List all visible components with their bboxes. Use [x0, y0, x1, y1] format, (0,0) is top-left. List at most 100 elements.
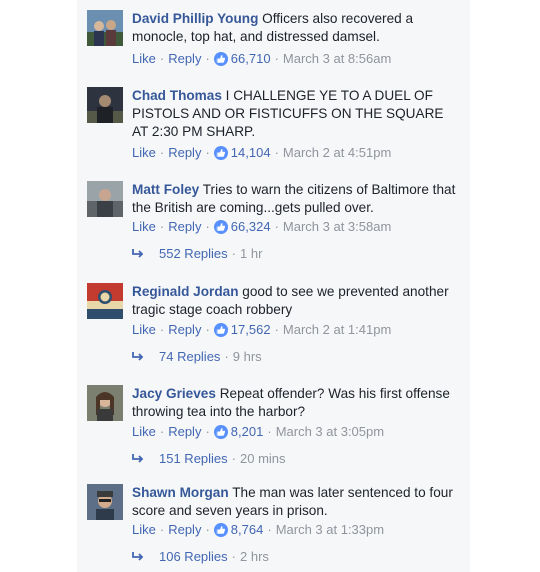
like-link[interactable]: Like [132, 218, 156, 236]
view-replies[interactable]: 552 Replies · 1 hr [132, 245, 262, 263]
like-link[interactable]: Like [132, 144, 156, 162]
like-count[interactable]: 17,562 [231, 321, 271, 339]
separator: · [205, 424, 210, 439]
separator: · [205, 51, 210, 66]
separator: · [274, 322, 279, 337]
comments-panel: David Phillip Young Officers also recove… [77, 0, 470, 572]
separator: · [159, 522, 165, 537]
comment-body: Chad Thomas I CHALLENGE YE TO A DUEL OF … [132, 87, 457, 141]
comment-body: Shawn Morgan The man was later sentenced… [132, 484, 457, 520]
thumbs-up-icon [213, 220, 228, 234]
separator: · [205, 522, 210, 537]
separator: · [231, 246, 236, 261]
commenter-name[interactable]: Chad Thomas [132, 88, 222, 103]
thumbs-up-icon [213, 523, 228, 537]
reply-arrow-icon [132, 352, 144, 361]
comment-actions: Like · Reply · 66,324 · March 3 at 3:58a… [132, 218, 391, 236]
replies-count-link[interactable]: 106 Replies [159, 548, 228, 566]
separator: · [231, 451, 236, 466]
reply-link[interactable]: Reply [168, 321, 201, 339]
like-link[interactable]: Like [132, 423, 156, 441]
replies-count-link[interactable]: 74 Replies [159, 348, 220, 366]
reply-link[interactable]: Reply [168, 50, 201, 68]
avatar[interactable] [87, 283, 123, 319]
timestamp[interactable]: March 3 at 1:33pm [276, 521, 384, 539]
commenter-name[interactable]: Jacy Grieves [132, 386, 216, 401]
separator: · [231, 549, 236, 564]
like-count[interactable]: 8,201 [231, 423, 264, 441]
separator: · [159, 145, 165, 160]
avatar[interactable] [87, 181, 123, 217]
separator: · [205, 219, 210, 234]
timestamp[interactable]: March 3 at 8:56am [283, 50, 391, 68]
replies-count-link[interactable]: 552 Replies [159, 245, 228, 263]
commenter-name[interactable]: Matt Foley [132, 182, 199, 197]
reply-link[interactable]: Reply [168, 144, 201, 162]
comment: David Phillip Young Officers also recove… [77, 0, 470, 77]
avatar[interactable] [87, 385, 123, 421]
comment-actions: Like · Reply · 8,201 · March 3 at 3:05pm [132, 423, 384, 441]
reply-link[interactable]: Reply [168, 521, 201, 539]
like-count[interactable]: 66,710 [231, 50, 271, 68]
reply-link[interactable]: Reply [168, 423, 201, 441]
replies-count-link[interactable]: 151 Replies [159, 450, 228, 468]
timestamp[interactable]: March 2 at 1:41pm [283, 321, 391, 339]
comment: Chad Thomas I CHALLENGE YE TO A DUEL OF … [77, 77, 470, 173]
view-replies[interactable]: 151 Replies · 20 mins [132, 450, 286, 468]
comment: Shawn Morgan The man was later sentenced… [77, 474, 470, 572]
comment: Matt Foley Tries to warn the citizens of… [77, 171, 470, 277]
like-link[interactable]: Like [132, 50, 156, 68]
timestamp[interactable]: March 3 at 3:05pm [276, 423, 384, 441]
separator: · [274, 219, 279, 234]
like-count[interactable]: 66,324 [231, 218, 271, 236]
reply-link[interactable]: Reply [168, 218, 201, 236]
replies-time: 9 hrs [232, 349, 262, 364]
comment-body: Jacy Grieves Repeat offender? Was his fi… [132, 385, 457, 421]
commenter-name[interactable]: David Phillip Young [132, 11, 258, 26]
commenter-name[interactable]: Shawn Morgan [132, 485, 229, 500]
view-replies[interactable]: 106 Replies · 2 hrs [132, 548, 269, 566]
like-count[interactable]: 14,104 [231, 144, 271, 162]
comment-actions: Like · Reply · 8,764 · March 3 at 1:33pm [132, 521, 384, 539]
separator: · [159, 424, 165, 439]
avatar[interactable] [87, 10, 123, 46]
reply-arrow-icon [132, 454, 144, 463]
comment-body: David Phillip Young Officers also recove… [132, 10, 457, 46]
separator: · [267, 522, 272, 537]
profile-photo-icon [87, 87, 123, 123]
reply-arrow-icon [132, 552, 144, 561]
reply-arrow-icon [132, 249, 144, 258]
profile-photo-icon [87, 283, 123, 319]
timestamp[interactable]: March 3 at 3:58am [283, 218, 391, 236]
timestamp[interactable]: March 2 at 4:51pm [283, 144, 391, 162]
comment-actions: Like · Reply · 66,710 · March 3 at 8:56a… [132, 50, 391, 68]
separator: · [159, 219, 165, 234]
like-link[interactable]: Like [132, 321, 156, 339]
separator: · [224, 349, 229, 364]
avatar[interactable] [87, 484, 123, 520]
thumbs-up-icon [213, 146, 228, 160]
replies-time: 2 hrs [240, 549, 269, 564]
thumbs-up-icon [213, 425, 228, 439]
comment-actions: Like · Reply · 14,104 · March 2 at 4:51p… [132, 144, 391, 162]
separator: · [267, 424, 272, 439]
separator: · [274, 51, 279, 66]
profile-photo-icon [87, 385, 123, 421]
view-replies[interactable]: 74 Replies · 9 hrs [132, 348, 262, 366]
thumbs-up-icon [213, 52, 228, 66]
comment-body: Matt Foley Tries to warn the citizens of… [132, 181, 457, 217]
replies-time: 1 hr [240, 246, 263, 261]
replies-time: 20 mins [240, 451, 286, 466]
avatar[interactable] [87, 87, 123, 123]
profile-photo-icon [87, 181, 123, 217]
profile-photo-icon [87, 484, 123, 520]
commenter-name[interactable]: Reginald Jordan [132, 284, 239, 299]
comment: Jacy Grieves Repeat offender? Was his fi… [77, 375, 470, 475]
separator: · [205, 322, 210, 337]
like-count[interactable]: 8,764 [231, 521, 264, 539]
separator: · [159, 322, 165, 337]
comment: Reginald Jordan good to see we prevented… [77, 273, 470, 377]
comment-body: Reginald Jordan good to see we prevented… [132, 283, 457, 319]
separator: · [274, 145, 279, 160]
like-link[interactable]: Like [132, 521, 156, 539]
